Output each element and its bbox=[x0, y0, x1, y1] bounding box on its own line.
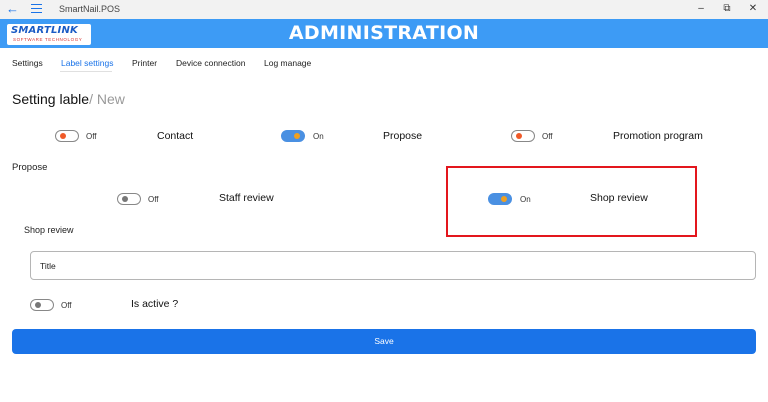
contact-toggle[interactable] bbox=[55, 130, 79, 142]
title-input[interactable]: Title bbox=[30, 251, 756, 280]
contact-toggle-state: Off bbox=[86, 132, 97, 141]
is-active-toggle-state: Off bbox=[61, 301, 72, 310]
restore-icon[interactable]: ⧉ bbox=[721, 3, 733, 15]
staff-review-toggle[interactable] bbox=[117, 193, 141, 205]
propose-section-label: Propose bbox=[12, 162, 48, 173]
tab-device-connection[interactable]: Device connection bbox=[176, 58, 245, 68]
hamburger-menu-icon[interactable] bbox=[31, 4, 42, 14]
highlight-box bbox=[446, 166, 697, 237]
heading-sub: / New bbox=[89, 91, 125, 107]
window-title: SmartNail.POS bbox=[59, 4, 121, 14]
propose-toggle[interactable] bbox=[281, 130, 305, 142]
tab-log-manage[interactable]: Log manage bbox=[264, 58, 311, 68]
toggle-knob bbox=[122, 196, 128, 202]
tab-printer[interactable]: Printer bbox=[132, 58, 157, 68]
page-heading: Setting lable/ New bbox=[12, 91, 125, 107]
toggle-knob bbox=[35, 302, 41, 308]
is-active-toggle[interactable] bbox=[30, 299, 54, 311]
tab-label-settings[interactable]: Label settings bbox=[61, 58, 113, 68]
heading-main: Setting lable bbox=[12, 91, 90, 107]
back-arrow-icon[interactable]: ← bbox=[6, 2, 20, 16]
app-header: SMARTLINK SOFTWARE TECHNOLOGY ADMINISTRA… bbox=[0, 19, 768, 48]
propose-label: Propose bbox=[383, 130, 423, 142]
minimize-icon[interactable]: – bbox=[695, 3, 707, 15]
toggle-knob bbox=[516, 133, 522, 139]
toggle-knob bbox=[294, 133, 300, 139]
shop-review-section-label: Shop review bbox=[24, 225, 74, 235]
promotion-toggle-state: Off bbox=[542, 132, 553, 141]
promotion-program-label: Promotion program bbox=[613, 130, 703, 142]
shop-review-label: Shop review bbox=[590, 192, 648, 204]
toggle-knob bbox=[501, 196, 507, 202]
save-button[interactable]: Save bbox=[12, 329, 756, 354]
promotion-program-toggle[interactable] bbox=[511, 130, 535, 142]
toggle-knob bbox=[60, 133, 66, 139]
tab-settings[interactable]: Settings bbox=[12, 58, 43, 68]
page-title: ADMINISTRATION bbox=[288, 22, 480, 44]
window-titlebar: ← SmartNail.POS – ⧉ ✕ bbox=[0, 0, 768, 19]
shop-review-toggle[interactable] bbox=[488, 193, 512, 205]
settings-tabs: Settings Label settings Printer Device c… bbox=[0, 48, 768, 74]
close-icon[interactable]: ✕ bbox=[747, 3, 759, 15]
propose-toggle-state: On bbox=[313, 132, 324, 141]
title-input-value: Title bbox=[40, 261, 56, 271]
active-tab-indicator bbox=[60, 71, 112, 72]
staff-review-label: Staff review bbox=[219, 192, 274, 204]
contact-label: Contact bbox=[157, 130, 194, 142]
shop-review-toggle-state: On bbox=[520, 195, 531, 204]
is-active-label: Is active ? bbox=[131, 298, 179, 310]
staff-review-toggle-state: Off bbox=[148, 195, 159, 204]
